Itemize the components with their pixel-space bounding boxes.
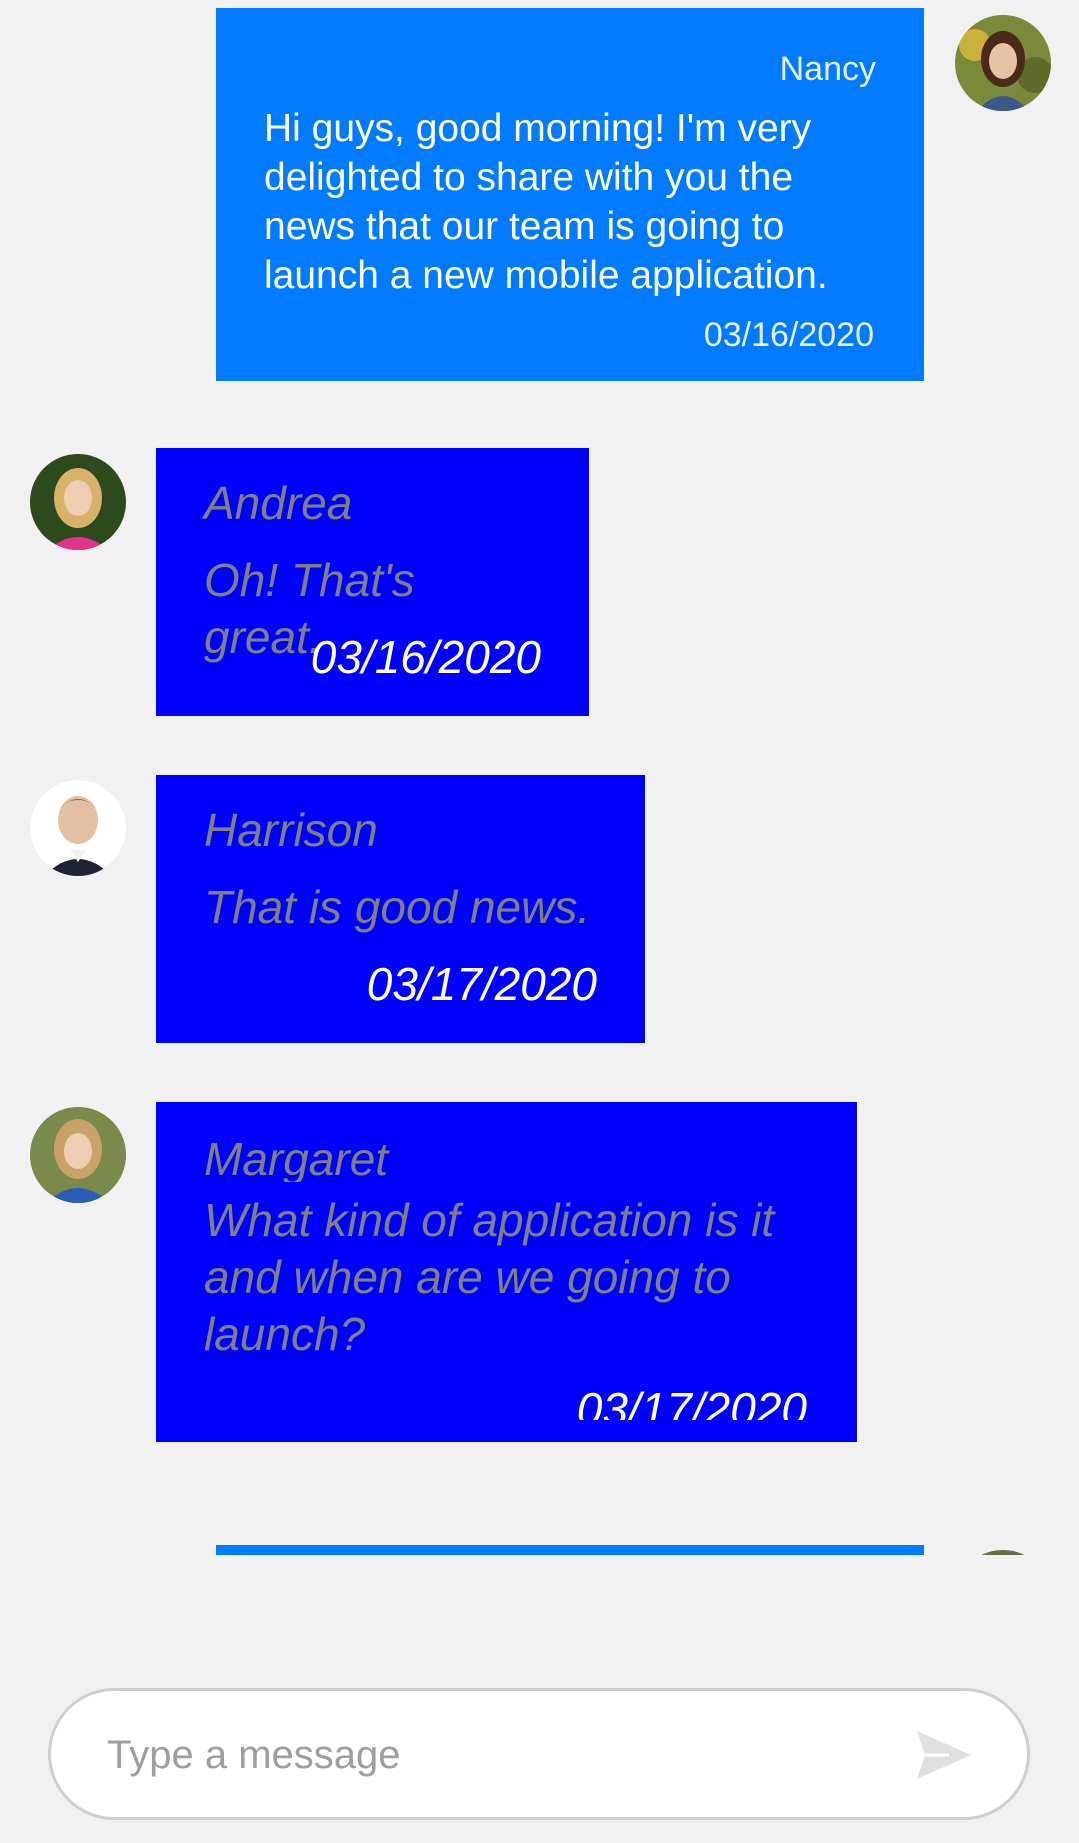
message-sender: Nancy — [779, 50, 876, 88]
message-bubble-incoming[interactable]: Andrea Oh! That's great. 03/16/2020 — [156, 448, 589, 716]
message-sender: Margaret — [204, 1138, 389, 1182]
avatar-nancy[interactable] — [955, 15, 1051, 111]
message-input[interactable]: Type a message — [48, 1688, 1030, 1820]
message-bubble-outgoing-partial[interactable] — [216, 1545, 924, 1555]
message-bubble-incoming[interactable]: Harrison That is good news. 03/17/2020 — [156, 775, 645, 1043]
send-button[interactable] — [915, 1729, 973, 1781]
message-sender: Andrea — [204, 477, 353, 529]
message-time: 03/16/2020 — [703, 316, 874, 354]
message-time: 03/17/2020 — [366, 958, 597, 1010]
message-bubble-outgoing[interactable]: Nancy Hi guys, good morning! I'm very de… — [216, 8, 924, 381]
message-sender: Harrison — [204, 804, 378, 856]
avatar-andrea[interactable] — [30, 454, 126, 550]
chat-message-list[interactable]: Nancy Hi guys, good morning! I'm very de… — [0, 0, 1079, 1555]
avatar-harrison[interactable] — [30, 780, 126, 876]
message-text: Hi guys, good morning! I'm very delighte… — [264, 107, 828, 297]
avatar-nancy-partial[interactable] — [955, 1550, 1051, 1555]
message-time: 03/17/2020 — [576, 1383, 807, 1420]
message-time: 03/16/2020 — [310, 631, 541, 683]
message-text: That is good news. — [204, 881, 591, 933]
message-input-placeholder: Type a message — [107, 1733, 401, 1777]
message-text: What kind of application is it and when … — [204, 1194, 775, 1360]
message-bubble-incoming[interactable]: Margaret What kind of application is it … — [156, 1102, 857, 1442]
avatar-margaret[interactable] — [30, 1107, 126, 1203]
send-icon — [917, 1731, 971, 1779]
